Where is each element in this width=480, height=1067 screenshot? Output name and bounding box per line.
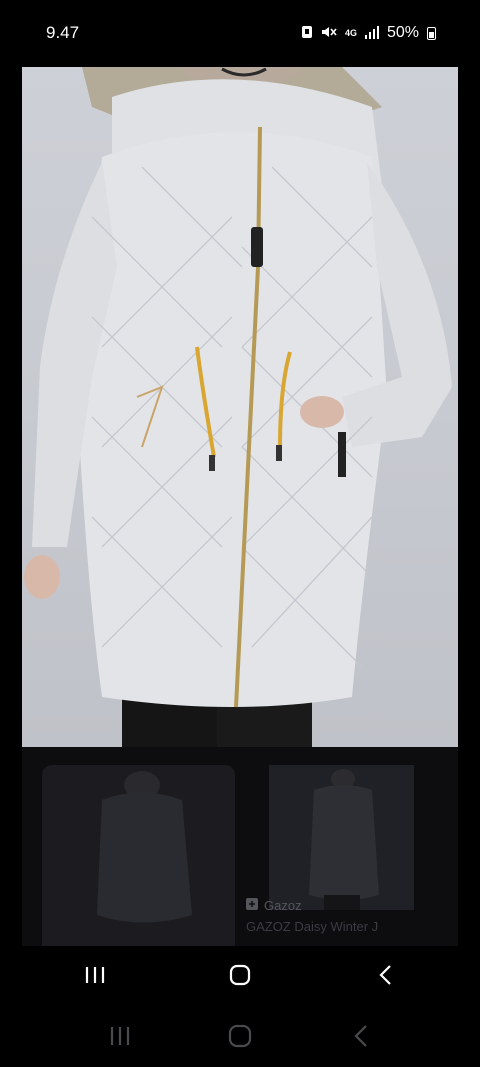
related-thumbnail-2[interactable] — [269, 765, 414, 910]
system-navigation-bar — [0, 1004, 480, 1067]
related-products: Gazoz GAZOZ Daisy Winter J — [22, 747, 458, 946]
signal-icon — [364, 25, 379, 41]
battery-icon — [427, 26, 436, 40]
navigation-bar — [22, 946, 458, 1004]
jacket-thumbnail — [97, 771, 192, 923]
related-thumbnail-1[interactable] — [42, 765, 235, 946]
product-title[interactable]: GAZOZ Daisy Winter J — [246, 919, 378, 934]
recents-icon[interactable] — [100, 1016, 140, 1056]
home-icon[interactable] — [220, 955, 260, 995]
recents-icon[interactable] — [75, 955, 115, 995]
network-4g-icon: 4G — [344, 27, 357, 38]
jacket-thumbnail — [309, 769, 379, 910]
product-image[interactable] — [22, 67, 458, 747]
image-viewer[interactable]: Gazoz GAZOZ Daisy Winter J — [22, 67, 458, 946]
brand-row[interactable]: Gazoz — [246, 898, 302, 913]
status-bar: 9.47 4G 50% — [0, 0, 480, 66]
status-icons: 4G 50% — [301, 24, 436, 42]
back-icon[interactable] — [340, 1016, 380, 1056]
home-icon[interactable] — [220, 1016, 260, 1056]
brand-name: Gazoz — [264, 898, 302, 913]
battery-percent: 50% — [386, 24, 419, 41]
gazoz-logo-icon — [246, 898, 258, 913]
clock: 9.47 — [46, 23, 80, 42]
back-icon[interactable] — [365, 955, 405, 995]
jacket-illustration — [24, 67, 452, 747]
mute-icon — [321, 25, 337, 41]
notification-icon — [301, 25, 313, 41]
